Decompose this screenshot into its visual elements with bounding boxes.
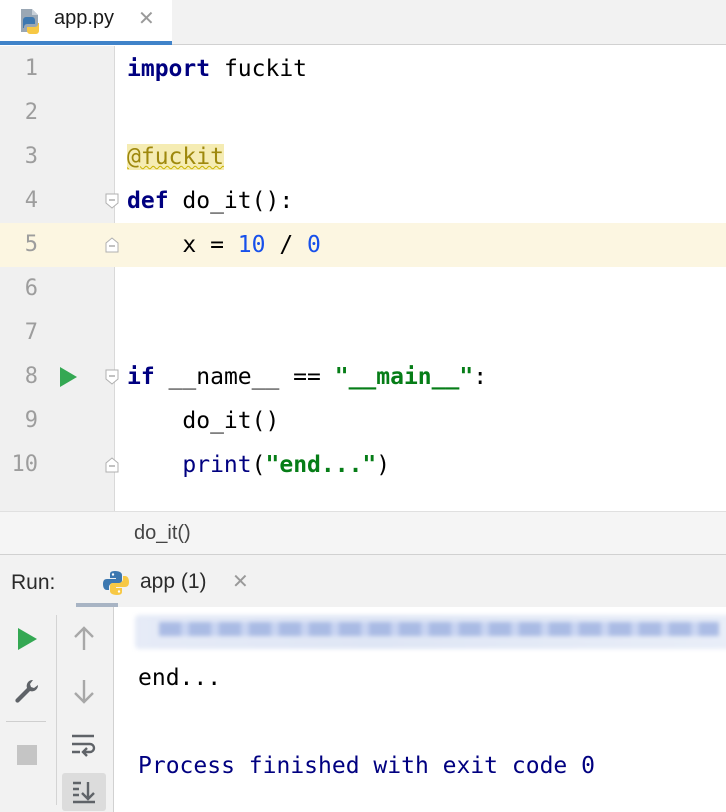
code-text: / xyxy=(265,232,308,258)
process-exit-message: Process finished with exit code 0 xyxy=(138,753,595,779)
wrench-icon xyxy=(15,679,39,703)
code-text: do_it() xyxy=(127,408,280,434)
line-number: 9 xyxy=(24,408,38,433)
run-title: Run: xyxy=(11,571,56,594)
code-line-3[interactable]: @fuckit xyxy=(127,135,224,179)
tab-label: app.py xyxy=(54,7,115,29)
code-text: : xyxy=(473,364,488,390)
code-text: ( xyxy=(251,452,266,478)
python-file-icon xyxy=(21,9,39,34)
number-literal: 0 xyxy=(307,232,321,258)
scroll-to-end-button[interactable] xyxy=(62,773,106,811)
keyword: if xyxy=(127,364,155,390)
run-tool-window-header: Run: app (1) ✕ xyxy=(0,555,726,607)
line-number: 5 xyxy=(24,232,38,257)
tab-close-icon[interactable]: ✕ xyxy=(138,6,155,31)
tab-run-app[interactable]: app (1) ✕ xyxy=(76,555,270,607)
editor-tab-bar: app.py ✕ xyxy=(0,0,726,45)
run-toolbar xyxy=(0,607,114,812)
run-tab-label: app (1) xyxy=(140,570,207,593)
soft-wrap-button[interactable] xyxy=(66,727,102,763)
blurred-command-line xyxy=(135,615,726,649)
keyword: def xyxy=(127,188,169,214)
toolbar-divider xyxy=(56,615,57,805)
builtin-function: print xyxy=(182,452,252,478)
code-line-10[interactable]: print("end...") xyxy=(127,443,390,487)
rerun-button[interactable] xyxy=(9,621,45,657)
python-icon xyxy=(103,571,129,595)
line-number: 8 xyxy=(24,364,38,389)
toolbar-separator xyxy=(6,721,46,722)
code-text: __name__ == xyxy=(154,364,335,390)
soft-wrap-icon xyxy=(72,734,96,757)
arrow-up-icon xyxy=(74,626,94,650)
code-text: x = xyxy=(127,232,238,258)
line-number: 1 xyxy=(24,56,38,81)
string-literal: "__main__" xyxy=(334,364,474,390)
arrow-down-icon xyxy=(74,680,94,704)
breadcrumb-bar: do_it() xyxy=(0,511,726,555)
edit-configuration-button[interactable] xyxy=(9,673,45,709)
function-signature: do_it(): xyxy=(168,188,294,214)
keyword: import xyxy=(127,56,211,82)
code-text: ) xyxy=(376,452,391,478)
run-tab-close-icon[interactable]: ✕ xyxy=(232,569,249,594)
fold-end-icon[interactable] xyxy=(105,237,119,253)
identifier: fuckit xyxy=(210,56,308,82)
line-number: 3 xyxy=(24,144,38,169)
console-line: end... xyxy=(138,665,222,691)
scroll-to-end-icon xyxy=(73,781,95,804)
tab-app-py[interactable]: app.py ✕ xyxy=(0,0,172,45)
code-line-9[interactable]: do_it() xyxy=(127,399,279,443)
stop-icon xyxy=(17,745,37,765)
line-number: 10 xyxy=(11,452,39,477)
fold-start-icon[interactable] xyxy=(105,369,119,385)
fold-start-icon[interactable] xyxy=(105,193,119,209)
line-number: 2 xyxy=(24,100,38,125)
line-number: 6 xyxy=(24,276,38,301)
code-line-5[interactable]: x = 10 / 0 xyxy=(127,223,321,267)
stop-button[interactable] xyxy=(9,737,45,773)
code-line-4[interactable]: def do_it(): xyxy=(127,179,293,223)
play-icon xyxy=(18,628,37,650)
line-number: 4 xyxy=(24,188,38,213)
fold-end-icon[interactable] xyxy=(105,457,119,473)
number-literal: 10 xyxy=(237,232,266,258)
scroll-up-button[interactable] xyxy=(66,621,102,657)
scroll-down-button[interactable] xyxy=(66,673,102,709)
code-line-8[interactable]: if __name__ == "__main__": xyxy=(127,355,487,399)
string-literal: "end..." xyxy=(265,452,377,478)
decorator: @fuckit xyxy=(127,144,224,170)
breadcrumb[interactable]: do_it() xyxy=(134,522,191,545)
code-line-1[interactable]: import fuckit xyxy=(127,47,307,91)
console-output[interactable]: end... Process finished with exit code 0 xyxy=(115,607,726,812)
run-gutter-icon[interactable] xyxy=(58,366,78,388)
line-number: 7 xyxy=(24,320,38,345)
